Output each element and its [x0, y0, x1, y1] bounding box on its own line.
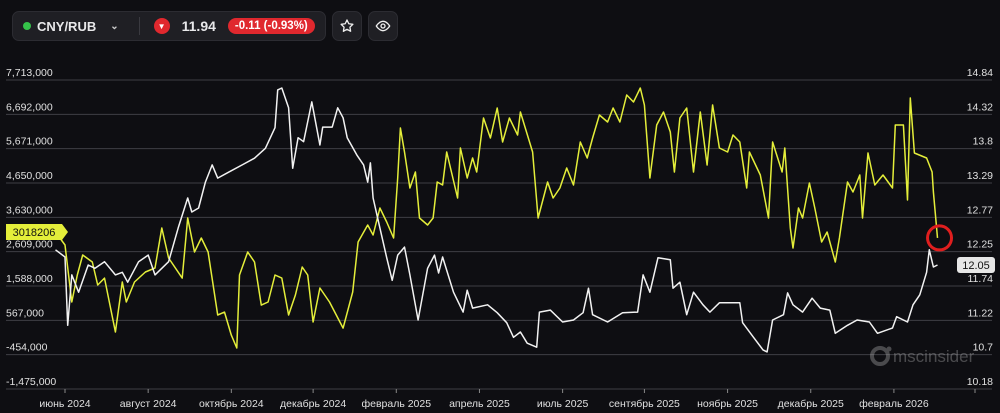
price-value: 11.94: [181, 18, 216, 34]
right-tick-label: 10.7: [973, 342, 994, 354]
eye-icon: [375, 20, 391, 32]
right-last-value-label: 12.05: [962, 260, 990, 272]
change-badge: -0.11 (-0.93%): [227, 18, 315, 34]
left-tick-label: 4,650,000: [6, 170, 53, 182]
x-tick-label: октябрь 2024: [199, 398, 264, 410]
x-tick-label: декабрь 2025: [778, 398, 844, 410]
left-last-value-label: 3018206: [13, 227, 56, 239]
left-tick-label: 6,692,000: [6, 101, 53, 113]
left-tick-label: 7,713,000: [6, 67, 53, 79]
watermark-text: mscinsider: [893, 347, 975, 366]
right-tick-label: 11.74: [968, 273, 994, 285]
top-toolbar: CNY/RUB ⌄ ▼ 11.94 -0.11 (-0.93%): [12, 11, 398, 41]
status-dot-icon: [23, 22, 31, 30]
down-arrow-icon: ▼: [153, 18, 170, 34]
right-tick-label: 14.84: [967, 67, 993, 79]
left-tick-label: -1,475,000: [6, 376, 56, 388]
x-tick-label: июнь 2024: [39, 398, 90, 410]
x-tick-label: февраль 2025: [361, 398, 431, 410]
left-tick-label: 2,609,000: [6, 239, 53, 251]
x-tick-label: июль 2025: [537, 398, 589, 410]
right-tick-label: 12.25: [967, 239, 993, 251]
x-tick-label: ноябрь 2025: [697, 398, 758, 410]
left-tick-label: 567,000: [6, 307, 44, 319]
watermark-logo-icon: [870, 346, 890, 366]
favorite-button[interactable]: [331, 11, 362, 41]
x-tick-label: февраль 2026: [859, 398, 929, 410]
pair-label: CNY/RUB: [37, 18, 97, 34]
left-tick-label: 1,588,000: [6, 273, 53, 285]
x-axis: июнь 2024 август 2024 октябрь 2024 декабрь …: [39, 389, 976, 410]
x-tick-label: сентябрь 2025: [609, 398, 680, 410]
right-tick-label: 10.18: [967, 376, 993, 388]
star-icon: [340, 19, 354, 32]
right-axis: 14.84 14.32 13.8 13.29 12.77 12.25 11.74 11.22 1…: [967, 67, 993, 388]
x-tick-label: август 2024: [120, 398, 177, 410]
instrument-selector[interactable]: CNY/RUB ⌄ ▼ 11.94 -0.11 (-0.93%): [12, 11, 326, 41]
right-tick-label: 12.77: [967, 204, 993, 216]
watermark: mscinsider: [870, 346, 975, 366]
x-tick-label: декабрь 2024: [280, 398, 346, 410]
x-tick-label: апрель 2025: [449, 398, 510, 410]
chevron-down-icon[interactable]: ⌄: [110, 21, 118, 32]
gridlines: [6, 79, 992, 390]
left-tick-label: 3,630,000: [6, 204, 53, 216]
left-tick-label: -454,000: [6, 342, 48, 354]
right-tick-label: 13.29: [967, 170, 993, 182]
divider: [138, 17, 140, 35]
right-tick-label: 13.8: [973, 136, 994, 148]
right-tick-label: 14.32: [967, 101, 993, 113]
chart[interactable]: 7,713,000 6,692,000 5,671,000 4,650,000 3,63…: [0, 0, 1000, 413]
highlight-circle: [926, 224, 954, 252]
left-tick-label: 5,671,000: [6, 136, 53, 148]
right-tick-label: 11.22: [968, 307, 994, 319]
watch-button[interactable]: [367, 11, 398, 41]
last-value-labels: 3018206 12.05: [6, 224, 995, 274]
series: [54, 87, 939, 353]
